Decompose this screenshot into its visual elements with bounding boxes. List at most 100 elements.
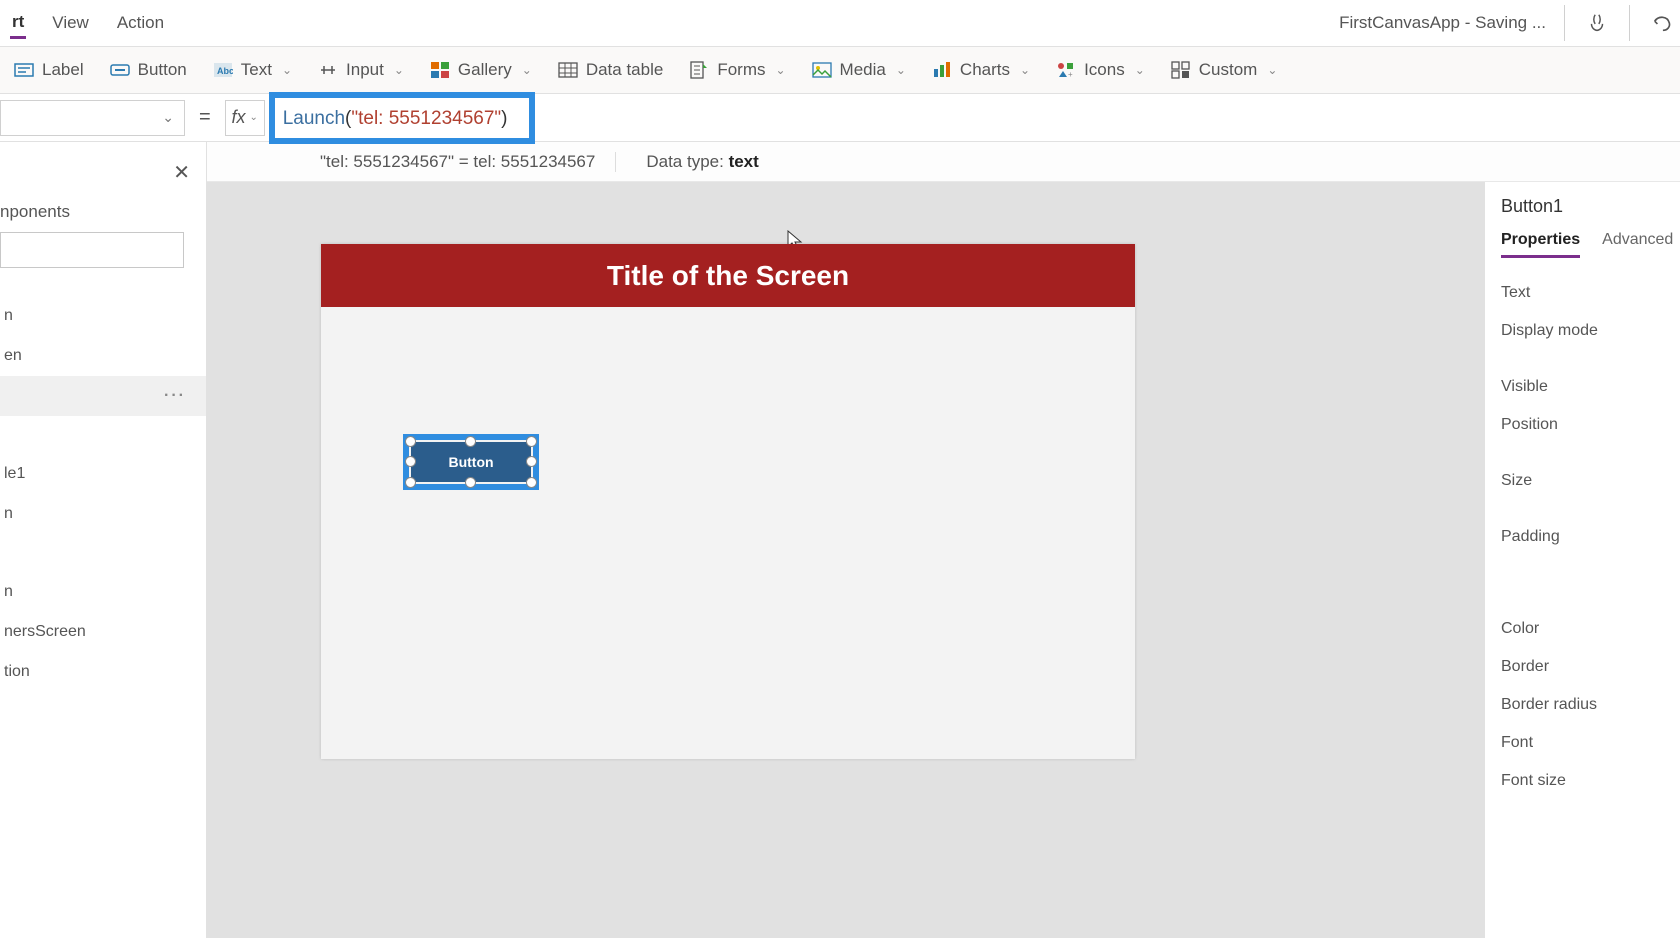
chevron-down-icon: ⌄ — [394, 63, 404, 77]
formula-eval-value: "tel: 5551234567" = tel: 5551234567 — [320, 152, 616, 172]
ribbon-datatable-label: Data table — [586, 60, 664, 80]
tree-item-label: tion — [4, 663, 30, 681]
chevron-down-icon: ⌄ — [1020, 63, 1030, 77]
chevron-down-icon: ⌄ — [896, 63, 906, 77]
fx-button[interactable]: fx⌄ — [225, 100, 265, 136]
tree-item[interactable]: tion — [0, 652, 206, 692]
icons-icon: + — [1056, 60, 1076, 80]
prop-text[interactable]: Text — [1501, 274, 1680, 312]
svg-text:Abc: Abc — [217, 66, 233, 76]
prop-border-radius[interactable]: Border radius — [1501, 686, 1680, 724]
resize-handle[interactable] — [526, 477, 537, 488]
formula-remainder[interactable] — [535, 100, 1680, 136]
label-icon — [14, 60, 34, 80]
resize-handle[interactable] — [526, 436, 537, 447]
properties-panel: Button1 Properties Advanced Text Display… — [1484, 182, 1680, 938]
chevron-down-icon: ⌄ — [250, 112, 258, 123]
tab-advanced[interactable]: Advanced — [1602, 231, 1673, 258]
close-icon[interactable]: ✕ — [173, 160, 190, 185]
tab-properties[interactable]: Properties — [1501, 231, 1580, 258]
tree-item[interactable]: n — [0, 572, 206, 612]
resize-handle[interactable] — [526, 456, 537, 467]
insert-ribbon: Label Button Abc Text ⌄ Input ⌄ Gallery … — [0, 46, 1680, 94]
prop-padding[interactable]: Padding — [1501, 518, 1680, 556]
ribbon-button-text: Button — [138, 60, 187, 80]
ribbon-gallery[interactable]: Gallery ⌄ — [430, 60, 532, 80]
prop-color[interactable]: Color — [1501, 610, 1680, 648]
tree-item[interactable]: le1 — [0, 454, 206, 494]
forms-icon — [689, 60, 709, 80]
tree-item[interactable]: en — [0, 336, 206, 376]
ribbon-custom[interactable]: Custom ⌄ — [1171, 60, 1278, 80]
tree-item[interactable]: n — [0, 494, 206, 534]
spacer — [1501, 500, 1680, 518]
formula-paren: ) — [501, 108, 507, 129]
datatype-value: text — [729, 152, 759, 171]
ribbon-gallery-label: Gallery — [458, 60, 512, 80]
ribbon-custom-label: Custom — [1199, 60, 1258, 80]
tree-item-selected[interactable]: ··· — [0, 376, 206, 416]
ribbon-forms-label: Forms — [717, 60, 765, 80]
prop-position[interactable]: Position — [1501, 406, 1680, 444]
resize-handle[interactable] — [405, 436, 416, 447]
resize-handle[interactable] — [405, 477, 416, 488]
titlebar-right: FirstCanvasApp - Saving ... — [1339, 5, 1676, 41]
prop-font-size[interactable]: Font size — [1501, 762, 1680, 800]
property-selector[interactable]: ⌄ — [0, 100, 185, 136]
datatable-icon — [558, 60, 578, 80]
tree-item-label: en — [4, 347, 22, 365]
ribbon-media[interactable]: Media ⌄ — [812, 60, 906, 80]
ribbon-icons[interactable]: + Icons ⌄ — [1056, 60, 1145, 80]
chevron-down-icon: ⌄ — [522, 63, 532, 77]
tree-item[interactable]: nersScreen — [0, 612, 206, 652]
ribbon-input-label: Input — [346, 60, 384, 80]
prop-border[interactable]: Border — [1501, 648, 1680, 686]
menu-item-action[interactable]: Action — [115, 9, 166, 37]
tree-item-label: n — [4, 583, 13, 601]
menu-item-insert[interactable]: rt — [10, 8, 26, 39]
custom-icon — [1171, 60, 1191, 80]
more-icon[interactable]: ··· — [164, 387, 186, 405]
input-icon — [318, 60, 338, 80]
formula-input[interactable]: Launch("tel: 5551234567") — [277, 100, 527, 136]
chevron-down-icon: ⌄ — [282, 63, 292, 77]
ribbon-label[interactable]: Label — [14, 60, 84, 80]
formula-highlight-box: Launch("tel: 5551234567") — [269, 92, 535, 144]
tree-item-label: n — [4, 505, 13, 523]
prop-visible[interactable]: Visible — [1501, 368, 1680, 406]
chevron-down-icon: ⌄ — [1135, 63, 1145, 77]
undo-icon[interactable] — [1648, 9, 1676, 37]
resize-handle[interactable] — [465, 477, 476, 488]
app-canvas[interactable]: Title of the Screen Button — [321, 244, 1135, 759]
resize-handle[interactable] — [405, 456, 416, 467]
svg-text:+: + — [1068, 70, 1073, 79]
ribbon-charts[interactable]: Charts ⌄ — [932, 60, 1030, 80]
menu-item-view[interactable]: View — [50, 9, 91, 37]
divider — [1629, 5, 1630, 41]
tree-item[interactable]: n — [0, 296, 206, 336]
canvas-area: Title of the Screen Button — [207, 182, 1484, 938]
spacer — [1501, 350, 1680, 368]
app-title: FirstCanvasApp - Saving ... — [1339, 13, 1546, 33]
ribbon-forms[interactable]: Forms ⌄ — [689, 60, 785, 80]
divider — [1564, 5, 1565, 41]
ribbon-text-label: Text — [241, 60, 272, 80]
canvas-button-label: Button — [448, 454, 493, 470]
prop-font[interactable]: Font — [1501, 724, 1680, 762]
resize-handle[interactable] — [465, 436, 476, 447]
spacer — [1501, 444, 1680, 462]
canvas-button[interactable]: Button — [411, 442, 531, 482]
spacer — [1501, 592, 1680, 610]
ribbon-text[interactable]: Abc Text ⌄ — [213, 60, 292, 80]
prop-display-mode[interactable]: Display mode — [1501, 312, 1680, 350]
datatype-label: Data type: — [646, 152, 728, 171]
ribbon-button[interactable]: Button — [110, 60, 187, 80]
prop-size[interactable]: Size — [1501, 462, 1680, 500]
screen-title-bar: Title of the Screen — [321, 244, 1135, 307]
text-icon: Abc — [213, 60, 233, 80]
ribbon-input[interactable]: Input ⌄ — [318, 60, 404, 80]
tree-search-input[interactable] — [0, 232, 184, 268]
charts-icon — [932, 60, 952, 80]
ribbon-datatable[interactable]: Data table — [558, 60, 664, 80]
app-checker-icon[interactable] — [1583, 9, 1611, 37]
